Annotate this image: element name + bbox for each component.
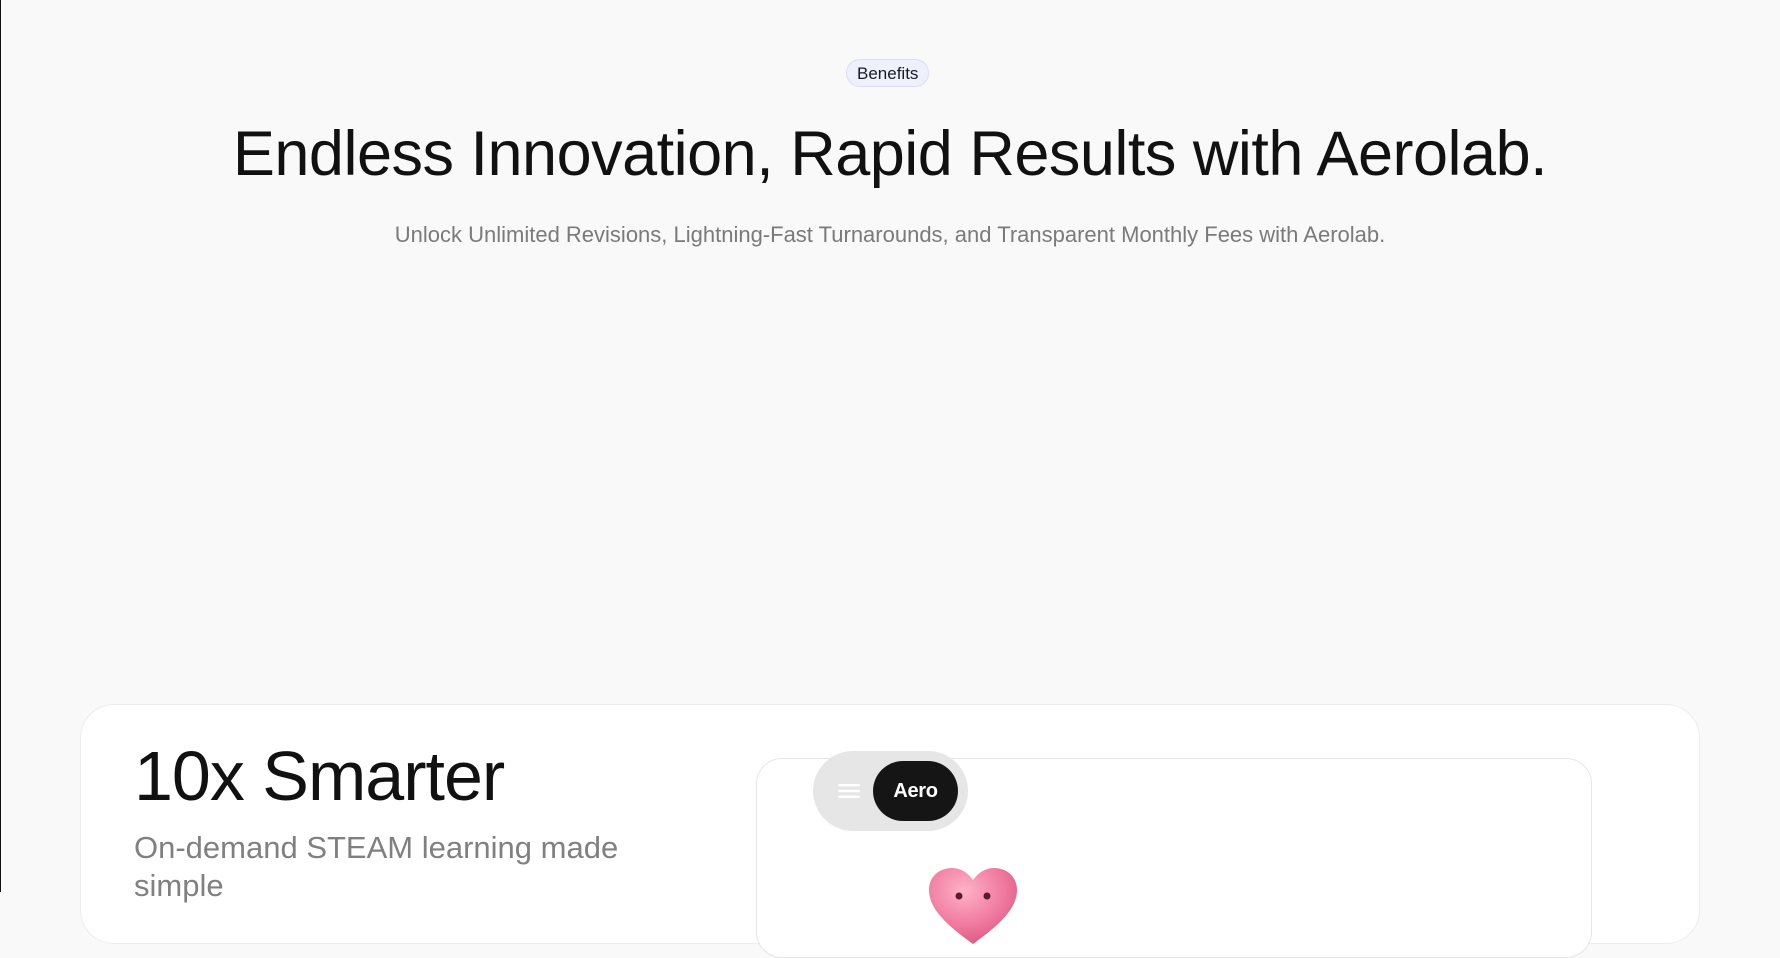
hamburger-menu-icon — [838, 784, 860, 798]
section-headline: Endless Innovation, Rapid Results with A… — [232, 119, 1548, 189]
menu-button[interactable] — [826, 768, 872, 814]
heart-sticker-icon — [929, 868, 1017, 944]
feature-card-title: 10x Smarter — [134, 737, 505, 815]
aero-brand-button[interactable]: Aero — [873, 761, 958, 821]
feature-card-subtitle: On-demand STEAM learning made simple — [134, 830, 619, 903]
section-subheadline: Unlock Unlimited Revisions, Lightning-Fa… — [394, 222, 1386, 247]
benefits-badge: Benefits — [846, 59, 930, 87]
